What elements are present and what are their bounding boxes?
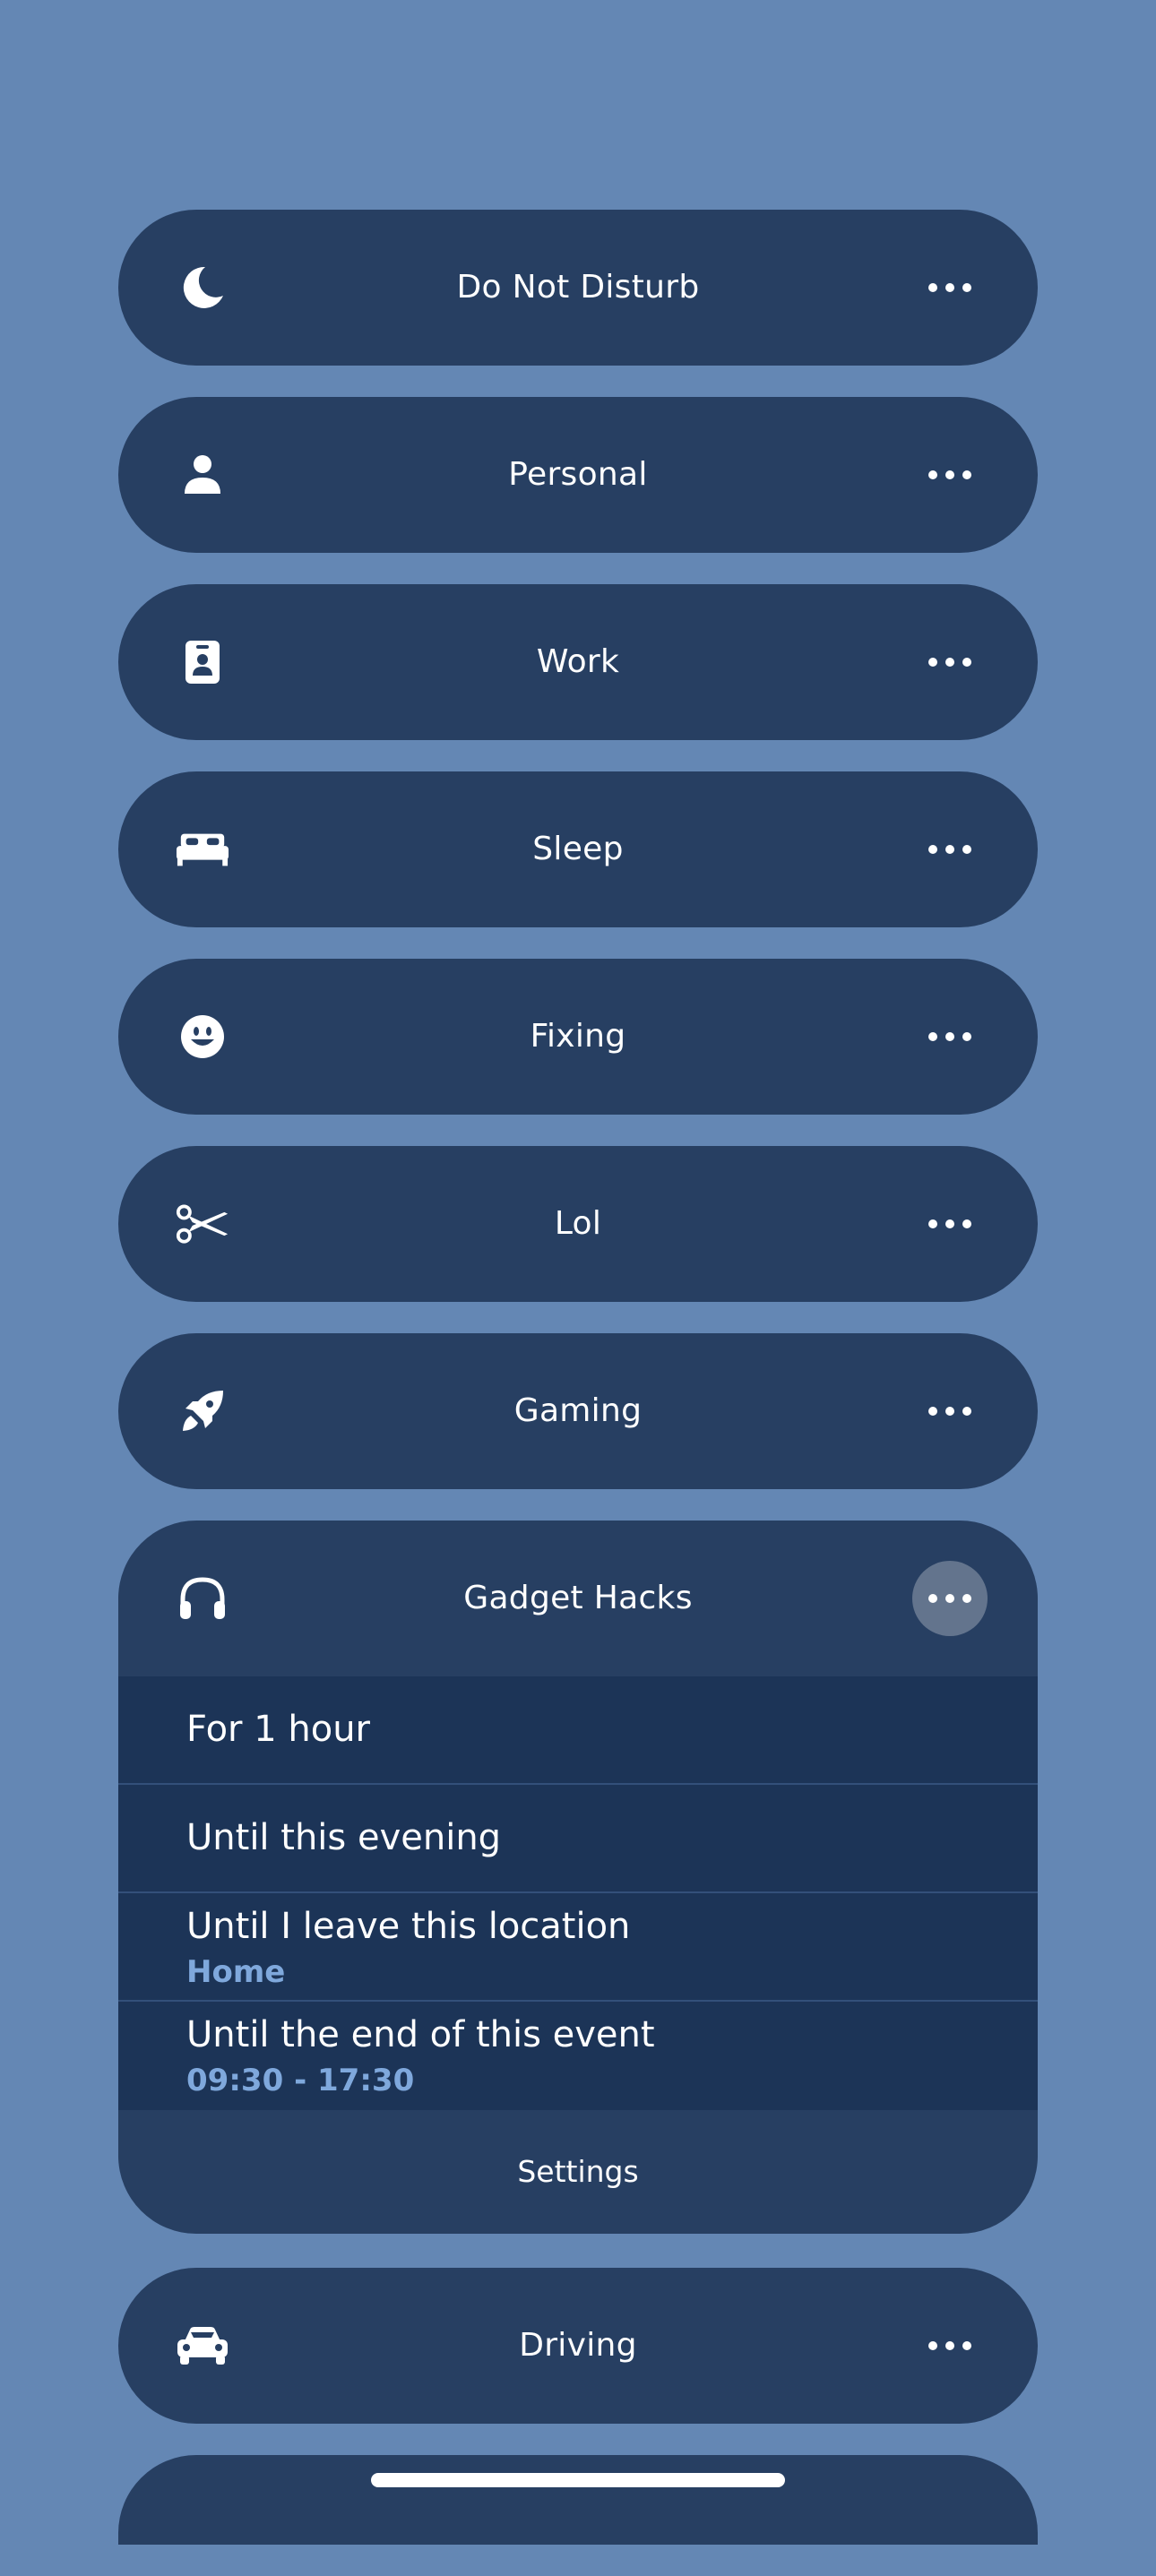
duration-options: For 1 hour Until this evening Until I le…: [118, 1676, 1038, 2110]
home-indicator[interactable]: [371, 2473, 785, 2487]
focus-mode-work[interactable]: Work: [118, 584, 1038, 740]
option-subtitle: 09:30 - 17:30: [186, 2063, 415, 2098]
focus-mode-lol[interactable]: Lol: [118, 1146, 1038, 1302]
more-options-button[interactable]: [912, 812, 988, 887]
focus-mode-label: Sleep: [532, 831, 624, 867]
focus-mode-label: Fixing: [530, 1018, 626, 1055]
focus-mode-personal[interactable]: Personal: [118, 397, 1038, 553]
more-options-button[interactable]: [912, 2308, 988, 2383]
settings-button[interactable]: Settings: [118, 2110, 1038, 2234]
focus-mode-driving[interactable]: Driving: [118, 2268, 1038, 2424]
focus-mode-gadget-hacks: Gadget Hacks For 1 hour Until this eveni…: [118, 1521, 1038, 2234]
option-for-1-hour[interactable]: For 1 hour: [118, 1676, 1038, 1785]
focus-mode-label: Driving: [519, 2327, 637, 2364]
focus-mode-partial[interactable]: [118, 2455, 1038, 2545]
focus-mode-label: Work: [536, 643, 620, 680]
more-options-button[interactable]: [912, 999, 988, 1074]
option-until-leave-location[interactable]: Until I leave this location Home: [118, 1893, 1038, 2002]
option-title: Until I leave this location: [186, 1906, 631, 1947]
focus-mode-gaming[interactable]: Gaming: [118, 1333, 1038, 1489]
focus-mode-list: Do Not Disturb Personal Work Sleep Fixin…: [118, 210, 1038, 2576]
more-options-button[interactable]: [912, 437, 988, 513]
option-title: For 1 hour: [186, 1709, 370, 1750]
option-until-this-evening[interactable]: Until this evening: [118, 1785, 1038, 1893]
focus-mode-sleep[interactable]: Sleep: [118, 771, 1038, 927]
focus-mode-label: Gaming: [513, 1392, 643, 1429]
option-until-end-of-event[interactable]: Until the end of this event 09:30 - 17:3…: [118, 2002, 1038, 2110]
focus-mode-do-not-disturb[interactable]: Do Not Disturb: [118, 210, 1038, 366]
more-options-button[interactable]: [912, 1374, 988, 1449]
focus-mode-label: Gadget Hacks: [463, 1580, 693, 1616]
focus-mode-label: Personal: [508, 456, 648, 493]
option-subtitle: Home: [186, 1954, 286, 1990]
more-options-button[interactable]: [912, 1561, 988, 1636]
more-options-button[interactable]: [912, 1186, 988, 1262]
focus-mode-label: Lol: [554, 1205, 602, 1242]
option-title: Until this evening: [186, 1817, 502, 1858]
more-options-button[interactable]: [912, 625, 988, 700]
focus-mode-header[interactable]: Gadget Hacks: [118, 1521, 1038, 1676]
option-title: Until the end of this event: [186, 2014, 655, 2055]
focus-mode-fixing[interactable]: Fixing: [118, 959, 1038, 1115]
more-options-button[interactable]: [912, 250, 988, 325]
focus-mode-label: Do Not Disturb: [456, 269, 700, 306]
